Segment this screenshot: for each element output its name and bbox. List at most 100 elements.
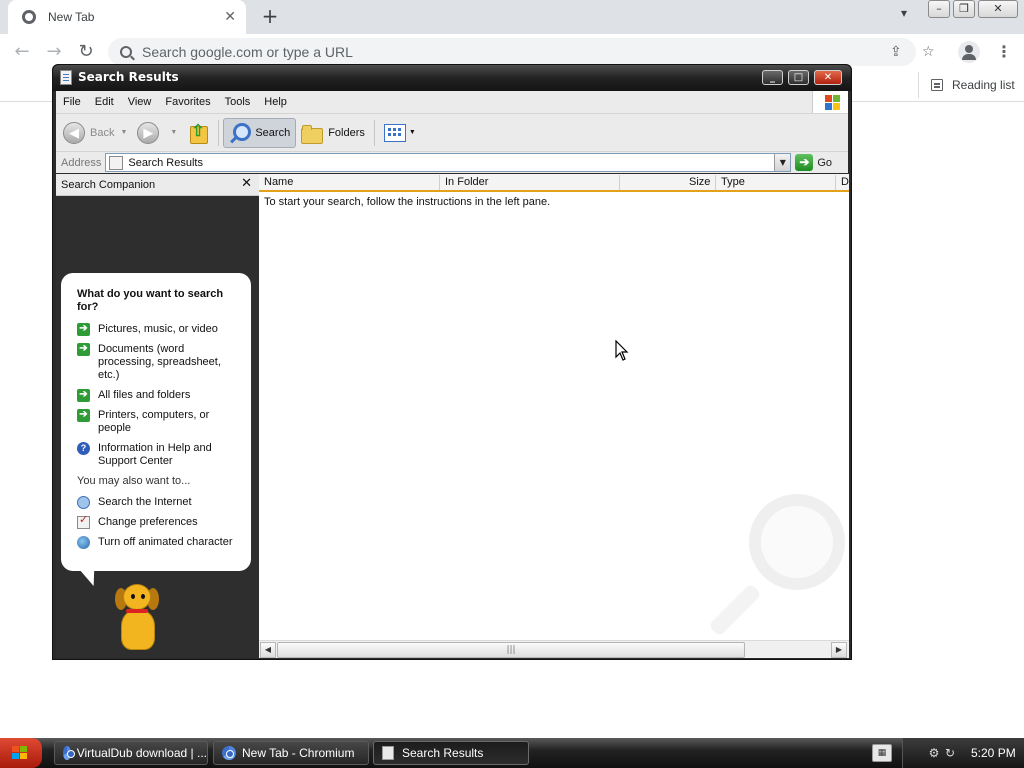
toolbar-separator	[373, 119, 375, 146]
also-want-label: You may also want to...	[77, 475, 191, 487]
window-maximize-button[interactable]: □	[788, 70, 809, 85]
start-button[interactable]	[0, 738, 42, 768]
menu-view[interactable]: View	[121, 96, 159, 108]
column-size[interactable]: Size	[689, 176, 710, 190]
globe-icon	[22, 10, 36, 24]
reload-icon[interactable]: ↻	[74, 40, 98, 64]
omnibox[interactable]: Search google.com or type a URL	[108, 38, 916, 66]
reading-list-button[interactable]: Reading list	[918, 72, 1015, 98]
option-change-preferences[interactable]: Change preferences	[77, 514, 241, 529]
scroll-right-icon[interactable]: ▶	[831, 642, 847, 658]
option-printers-computers-people[interactable]: ➔ Printers, computers, or people	[77, 409, 241, 435]
browser-close-button[interactable]: ✕	[978, 0, 1018, 18]
column-divider[interactable]	[715, 175, 716, 190]
up-folder-icon	[187, 121, 209, 144]
search-button[interactable]: Search	[223, 117, 297, 148]
search-dog-character[interactable]	[111, 584, 171, 654]
option-label[interactable]: Information in Help and Support Center	[98, 442, 241, 468]
chevron-down-icon[interactable]: ▾	[894, 6, 914, 26]
folders-button[interactable]: Folders	[296, 118, 370, 148]
up-folder-button[interactable]	[182, 118, 214, 148]
window-titlebar[interactable]: Search Results _ □ ✕	[53, 65, 851, 91]
option-label[interactable]: All files and folders	[98, 389, 190, 402]
back-button[interactable]: ◀ Back ▼	[58, 118, 132, 148]
column-date[interactable]: D	[841, 176, 849, 190]
option-help-support[interactable]: ? Information in Help and Support Center	[77, 442, 241, 468]
chevron-down-icon[interactable]: ▼	[774, 154, 791, 171]
go-arrow-icon: ➔	[795, 154, 814, 171]
window-minimize-button[interactable]: _	[762, 70, 783, 85]
menu-help[interactable]: Help	[257, 96, 294, 108]
network-icon[interactable]: ↻	[943, 746, 957, 760]
views-icon	[383, 123, 406, 142]
address-field[interactable]: Search Results ▼	[105, 153, 792, 172]
menu-bar: File Edit View Favorites Tools Help	[56, 91, 848, 113]
taskbar-item-virtualdub[interactable]: VirtualDub download | ...	[54, 741, 208, 765]
more-menu-icon[interactable]: ⋮	[996, 40, 1012, 64]
dog-body	[121, 610, 155, 650]
search-icon	[120, 46, 132, 58]
go-button[interactable]: ➔ Go	[795, 154, 832, 171]
help-icon: ?	[77, 442, 90, 455]
forward-arrow-icon[interactable]: →	[42, 40, 66, 64]
menu-tools[interactable]: Tools	[218, 96, 258, 108]
omnibox-placeholder[interactable]: Search google.com or type a URL	[142, 44, 353, 60]
document-icon	[382, 746, 394, 760]
browser-restore-button[interactable]: ❐	[953, 0, 975, 18]
option-label[interactable]: Documents (word processing, spreadsheet,…	[98, 343, 241, 382]
search-options-balloon: What do you want to search for? ➔ Pictur…	[61, 273, 251, 571]
option-search-internet[interactable]: Search the Internet	[77, 496, 241, 509]
chevron-down-icon: ▼	[120, 129, 128, 136]
browser-minimize-button[interactable]: –	[928, 0, 950, 18]
new-tab-button[interactable]: +	[258, 4, 282, 28]
scroll-left-icon[interactable]: ◀	[260, 642, 276, 658]
standard-toolbar: ◀ Back ▼ ▶ ▼ Search Folders ▼	[56, 113, 848, 151]
taskbar-item-new-tab[interactable]: New Tab - Chromium	[213, 741, 369, 765]
menu-file[interactable]: File	[56, 96, 88, 108]
option-label[interactable]: Pictures, music, or video	[98, 323, 218, 336]
column-in-folder[interactable]: In Folder	[445, 176, 488, 190]
back-arrow-icon[interactable]: ←	[10, 40, 34, 64]
option-label[interactable]: Change preferences	[98, 516, 198, 529]
option-label[interactable]: Search the Internet	[98, 496, 192, 509]
results-instructions: To start your search, follow the instruc…	[264, 196, 551, 208]
profile-avatar-icon[interactable]	[958, 41, 980, 63]
share-icon[interactable]: ⇪	[890, 44, 902, 60]
column-divider[interactable]	[835, 175, 836, 190]
keyboard-icon[interactable]: ▦	[872, 744, 892, 762]
folder-icon	[301, 124, 324, 144]
document-icon	[109, 155, 124, 170]
forward-button[interactable]: ▶ ▼	[132, 118, 182, 148]
views-button[interactable]: ▼	[379, 118, 421, 148]
close-icon[interactable]: ✕	[241, 176, 252, 191]
browser-tabstrip: New Tab ✕ + ▾ – ❐ ✕	[0, 0, 1024, 34]
column-type[interactable]: Type	[721, 176, 745, 190]
option-label[interactable]: Turn off animated character	[98, 536, 233, 549]
chromium-icon	[222, 746, 236, 760]
column-divider[interactable]	[439, 175, 440, 190]
safely-remove-hardware-icon[interactable]: ⚙	[927, 746, 941, 760]
menu-edit[interactable]: Edit	[88, 96, 121, 108]
address-value[interactable]: Search Results	[128, 157, 203, 169]
option-documents[interactable]: ➔ Documents (word processing, spreadshee…	[77, 343, 241, 382]
results-pane: Name In Folder Size Type D To start your…	[259, 174, 849, 658]
option-pictures-music-video[interactable]: ➔ Pictures, music, or video	[77, 323, 241, 336]
green-arrow-icon: ➔	[77, 323, 90, 336]
option-label[interactable]: Printers, computers, or people	[98, 409, 241, 435]
browser-tab-new-tab[interactable]: New Tab ✕	[8, 0, 246, 34]
window-close-button[interactable]: ✕	[814, 70, 842, 85]
go-label: Go	[817, 156, 833, 169]
green-arrow-icon: ➔	[77, 343, 90, 356]
option-turn-off-character[interactable]: Turn off animated character	[77, 536, 241, 549]
horizontal-scrollbar[interactable]: ◀ ||| ▶	[259, 640, 849, 658]
bookmark-star-icon[interactable]: ☆	[922, 44, 935, 60]
scrollbar-thumb[interactable]: |||	[277, 642, 745, 658]
tab-close-icon[interactable]: ✕	[224, 9, 236, 25]
column-name[interactable]: Name	[264, 176, 293, 190]
reading-list-icon	[931, 79, 943, 91]
menu-favorites[interactable]: Favorites	[158, 96, 217, 108]
column-divider[interactable]	[619, 175, 620, 190]
option-all-files-folders[interactable]: ➔ All files and folders	[77, 389, 241, 402]
taskbar-item-search-results[interactable]: Search Results	[373, 741, 529, 765]
clock[interactable]: 5:20 PM	[971, 746, 1016, 760]
